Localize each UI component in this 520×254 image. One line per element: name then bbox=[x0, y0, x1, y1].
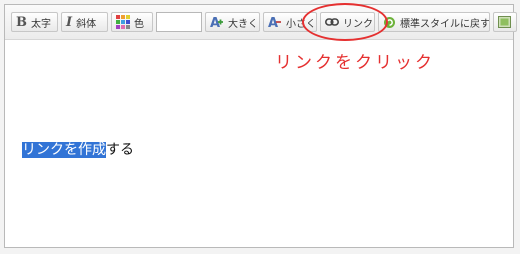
color-button[interactable]: 色 bbox=[111, 12, 153, 32]
highlight-circle bbox=[302, 3, 388, 41]
font-bigger-label: 大きく bbox=[228, 18, 258, 30]
font-smaller-icon: A bbox=[268, 16, 281, 29]
image-icon bbox=[498, 16, 511, 28]
editor-frame: B 太字 I 斜体 色 A 大きく A 小さく リンク 標準スタイルに戻す リン… bbox=[4, 4, 517, 248]
formatting-toolbar: B 太字 I 斜体 色 A 大きく A 小さく リンク 標準スタイルに戻す bbox=[5, 5, 517, 40]
image-button[interactable] bbox=[493, 12, 517, 32]
italic-icon: I bbox=[66, 14, 73, 30]
reset-style-label: 標準スタイルに戻す bbox=[400, 18, 490, 30]
font-bigger-button[interactable]: A 大きく bbox=[205, 12, 260, 32]
bold-button[interactable]: B 太字 bbox=[11, 12, 58, 32]
bold-label: 太字 bbox=[31, 18, 51, 30]
italic-label: 斜体 bbox=[76, 18, 97, 30]
bold-icon: B bbox=[16, 14, 27, 30]
italic-button[interactable]: I 斜体 bbox=[61, 12, 108, 32]
color-value-input[interactable] bbox=[156, 12, 202, 32]
editor-rest-text: する bbox=[106, 142, 134, 158]
annotation-text: リンクをクリック bbox=[275, 53, 435, 73]
selected-text: リンクを作成 bbox=[22, 142, 106, 158]
font-bigger-icon: A bbox=[210, 16, 223, 29]
color-label: 色 bbox=[134, 18, 144, 30]
reset-style-button[interactable]: 標準スタイルに戻す bbox=[378, 12, 490, 32]
color-palette-icon bbox=[116, 15, 130, 29]
editor-text[interactable]: リンクを作成する bbox=[22, 139, 134, 159]
